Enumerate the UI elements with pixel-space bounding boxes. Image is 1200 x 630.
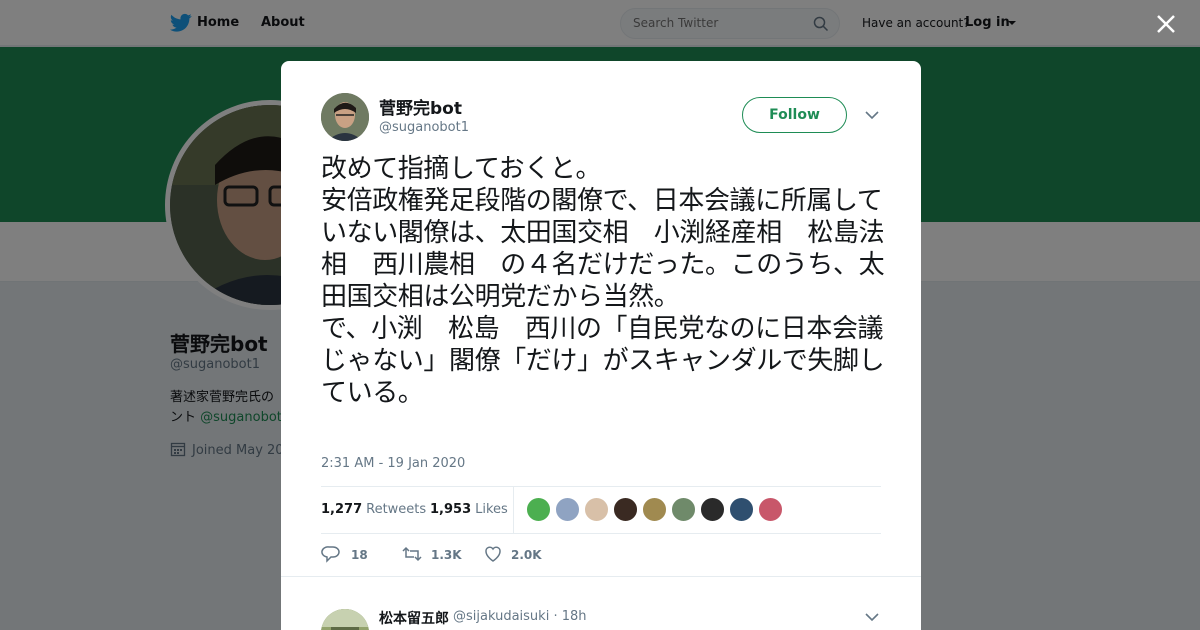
chevron-down-icon[interactable] [865,110,879,120]
likes-stat[interactable]: 1,953 Likes [430,502,508,517]
liker-avatar[interactable] [584,497,609,522]
reply-author-handle[interactable]: @sijakudaisuki · 18h [453,609,587,624]
close-icon[interactable] [1154,12,1178,36]
reply-icon[interactable] [321,545,341,563]
reply-author-name[interactable]: 松本留五郎 [379,608,449,628]
liker-avatar[interactable] [729,497,754,522]
tweet-timestamp[interactable]: 2:31 AM - 19 Jan 2020 [321,456,465,471]
retweets-label: Retweets [366,502,427,517]
author-name[interactable]: 菅野完bot [379,94,462,119]
like-count: 2.0K [511,548,542,562]
heart-icon[interactable] [483,545,503,563]
liker-avatar[interactable] [555,497,580,522]
retweet-count: 1.3K [431,548,462,562]
tweet-text: 改めて指摘しておくと。 安倍政権発足段階の閣僚で、日本会議に所属していない閣僚は… [321,154,885,408]
stats-divider [513,487,514,533]
retweet-icon[interactable] [401,545,423,563]
reply-count: 18 [351,548,368,562]
author-avatar-image [321,93,369,141]
liker-avatar[interactable] [758,497,783,522]
likes-label: Likes [475,502,508,517]
liker-avatar[interactable] [613,497,638,522]
tweet-actions: 18 1.3K 2.0K [321,545,881,565]
tweet-stats: 1,277 Retweets 1,953 Likes [321,486,881,534]
author-avatar[interactable] [321,93,369,141]
liker-avatar[interactable] [671,497,696,522]
tweet-modal: 菅野完bot @suganobot1 Follow 改めて指摘しておくと。 安倍… [281,61,921,630]
reply-avatar[interactable] [321,609,369,630]
follow-button[interactable]: Follow [742,97,847,133]
author-handle[interactable]: @suganobot1 [379,120,469,135]
retweets-stat[interactable]: 1,277 Retweets [321,502,426,517]
reply-avatar-image [321,609,369,630]
chevron-down-icon[interactable] [865,612,879,622]
liker-avatar[interactable] [642,497,667,522]
liker-avatar[interactable] [700,497,725,522]
liker-avatar[interactable] [526,497,551,522]
reply-tweet[interactable]: 松本留五郎 @sijakudaisuki · 18h [281,576,921,630]
likes-count: 1,953 [430,502,472,517]
retweets-count: 1,277 [321,502,363,517]
